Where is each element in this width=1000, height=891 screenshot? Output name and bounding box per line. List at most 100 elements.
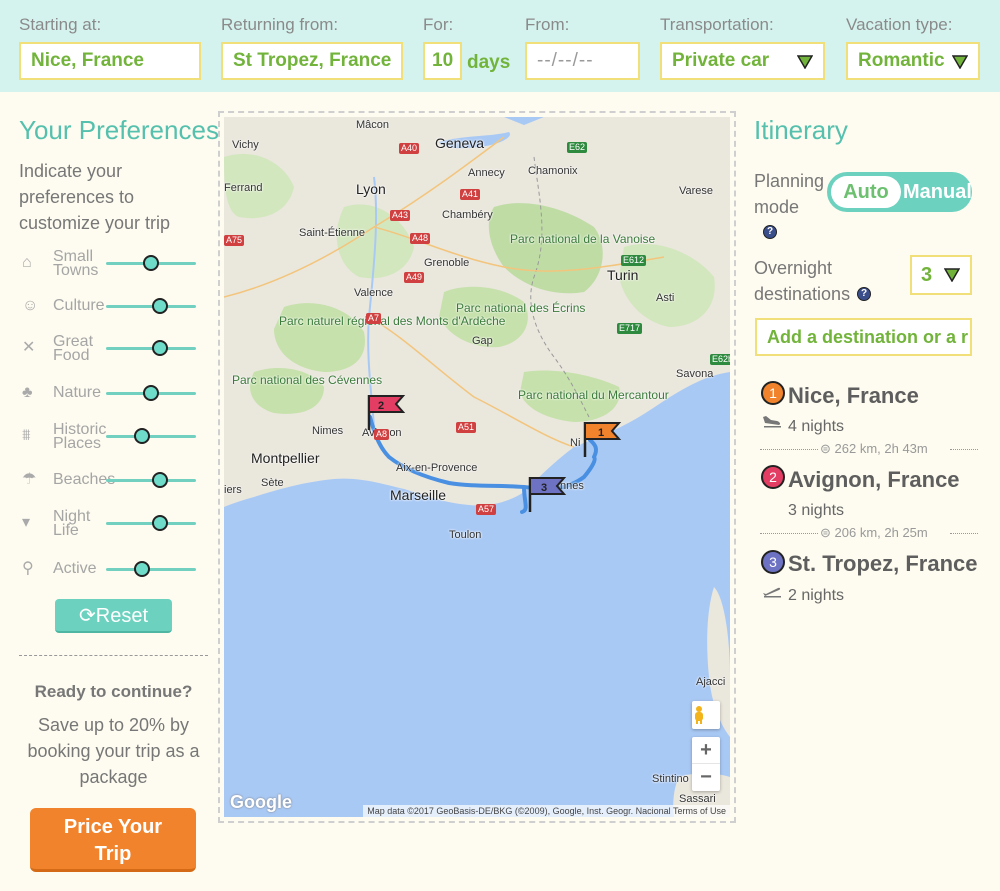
leg-divider (760, 533, 818, 534)
map-label-lyon: Lyon (356, 181, 386, 197)
map-label-grenoble: Grenoble (424, 257, 470, 269)
save-text: Save up to 20% by booking your trip as a… (27, 715, 200, 787)
price-line-1: Price Your (63, 816, 163, 838)
zoom-out-button[interactable]: − (692, 764, 720, 790)
car-icon: ⊜ (820, 441, 835, 456)
help-icon[interactable]: ? (857, 287, 871, 301)
slider-knob[interactable] (143, 255, 159, 271)
overnight-value: 3 (921, 264, 933, 286)
add-destination-input[interactable]: Add a destination or a r (755, 318, 972, 356)
preference-label-line: Life (53, 522, 79, 539)
transport-select[interactable]: Private car (660, 42, 825, 80)
slider-knob[interactable] (152, 515, 168, 531)
road-shield: A51 (456, 422, 477, 433)
travel-leg: ⊜ 206 km, 2h 25m (760, 524, 980, 542)
preference-slider[interactable] (106, 479, 196, 482)
road-shield: A7 (366, 313, 382, 324)
leg-info: ⊜ 206 km, 2h 25m (820, 525, 928, 541)
slider-knob[interactable] (152, 298, 168, 314)
road-shield: E62 (567, 142, 588, 153)
manual-option[interactable]: Manual (903, 176, 972, 208)
preference-label-line: Nature (53, 384, 102, 401)
map-label-nice: Ni (570, 437, 581, 449)
road-shield: A75 (224, 235, 245, 246)
leg-divider (760, 449, 818, 450)
road-shield: E62b (710, 354, 730, 365)
map-label-varese: Varese (679, 185, 714, 197)
preference-row: ☂ Beaches (22, 462, 202, 498)
map-label-chambery: Chambéry (442, 209, 493, 221)
preference-slider[interactable] (106, 347, 196, 350)
preference-label-line: Places (53, 435, 102, 452)
overnight-label-line: destinations (754, 284, 851, 304)
stop-name[interactable]: Nice, France (788, 383, 919, 409)
days-input[interactable]: 10 (423, 42, 462, 80)
zoom-in-button[interactable]: + (692, 737, 720, 764)
map-label-mercantour: Parc national du Mercantour (518, 388, 669, 402)
map-label-toulon: Toulon (449, 529, 482, 541)
preference-slider[interactable] (106, 305, 196, 308)
slider-knob[interactable] (143, 385, 159, 401)
airplane-takeoff-icon (763, 587, 781, 598)
search-bar: Starting at: Nice, France Returning from… (0, 0, 1000, 92)
leg-distance: 206 km, 2h 25m (834, 525, 928, 540)
cocktail-icon: ▾ (22, 514, 31, 531)
leg-info: ⊜ 262 km, 2h 43m (820, 441, 928, 457)
map-attribution[interactable]: Map data ©2017 GeoBasis-DE/BKG (©2009), … (363, 805, 730, 817)
starting-input[interactable]: Nice, France (19, 42, 201, 80)
map-label-annecy: Annecy (468, 167, 505, 179)
preference-label: Culture (53, 298, 105, 314)
dropdown-triangle-icon (944, 268, 960, 282)
map-label-montpellier: Montpellier (251, 450, 320, 466)
preference-label: Small Towns (53, 249, 99, 279)
road-shield: E612 (621, 255, 647, 266)
overnight-label-line: Overnight (754, 258, 833, 278)
price-your-trip-button[interactable]: Price Your Trip (30, 808, 196, 872)
preference-slider[interactable] (106, 435, 196, 438)
planning-mode-toggle[interactable]: Auto Manual (827, 172, 972, 212)
preference-row: ⚲ Active (22, 551, 202, 587)
planning-mode-label: Planning mode (754, 168, 824, 220)
reset-label: Reset (95, 605, 148, 627)
road-shield: A41 (460, 189, 481, 200)
flag-marker-1[interactable]: 1 (582, 420, 622, 458)
slider-knob[interactable] (134, 428, 150, 444)
flag-marker-2[interactable]: 2 (366, 393, 406, 431)
map-label-savona: Savona (676, 368, 714, 380)
vacation-label: Vacation type: (846, 15, 953, 34)
map-label-macon: Mâcon (356, 119, 390, 131)
slider-knob[interactable] (152, 472, 168, 488)
stop-name[interactable]: St. Tropez, France (788, 551, 978, 577)
stop-number-badge: 2 (761, 465, 785, 489)
preferences-title: Your Preferences (19, 115, 219, 145)
auto-option[interactable]: Auto (831, 176, 901, 208)
planning-label-line: mode (754, 197, 800, 217)
from-date-input[interactable]: --/--/-- (525, 42, 640, 80)
overnight-select[interactable]: 3 (910, 255, 972, 295)
flag-number: 1 (598, 427, 604, 439)
preference-label: Nature (53, 384, 102, 401)
vacation-select[interactable]: Romantic (846, 42, 980, 80)
returning-input[interactable]: St Tropez, France (221, 42, 403, 80)
slider-knob[interactable] (134, 561, 150, 577)
map-label-geneva: Geneva (435, 135, 485, 151)
divider (19, 655, 208, 656)
museum-icon: ⩩ (22, 427, 31, 444)
pegman-icon[interactable] (692, 701, 720, 729)
preference-slider[interactable] (106, 568, 196, 571)
stop-name[interactable]: Avignon, France (788, 467, 960, 493)
airplane-landing-icon (763, 416, 781, 428)
preference-row: ⌂ Small Towns (22, 245, 202, 281)
flag-marker-3[interactable]: 3 (527, 475, 567, 513)
map-label-sassari: Sassari (679, 793, 716, 805)
route-map[interactable]: Mâcon Geneva Vichy Annecy Chamonix Ferra… (224, 117, 730, 817)
for-label: For: (423, 15, 454, 34)
preference-slider[interactable] (106, 522, 196, 525)
help-icon[interactable]: ? (763, 225, 777, 239)
itinerary-title: Itinerary (754, 115, 848, 145)
preference-label-line: Towns (53, 262, 99, 279)
preferences-intro: Indicate your preferences to customize y… (19, 161, 171, 233)
reset-button[interactable]: ⟳Reset (55, 599, 172, 633)
road-shield: A48 (410, 233, 431, 244)
slider-knob[interactable] (152, 340, 168, 356)
